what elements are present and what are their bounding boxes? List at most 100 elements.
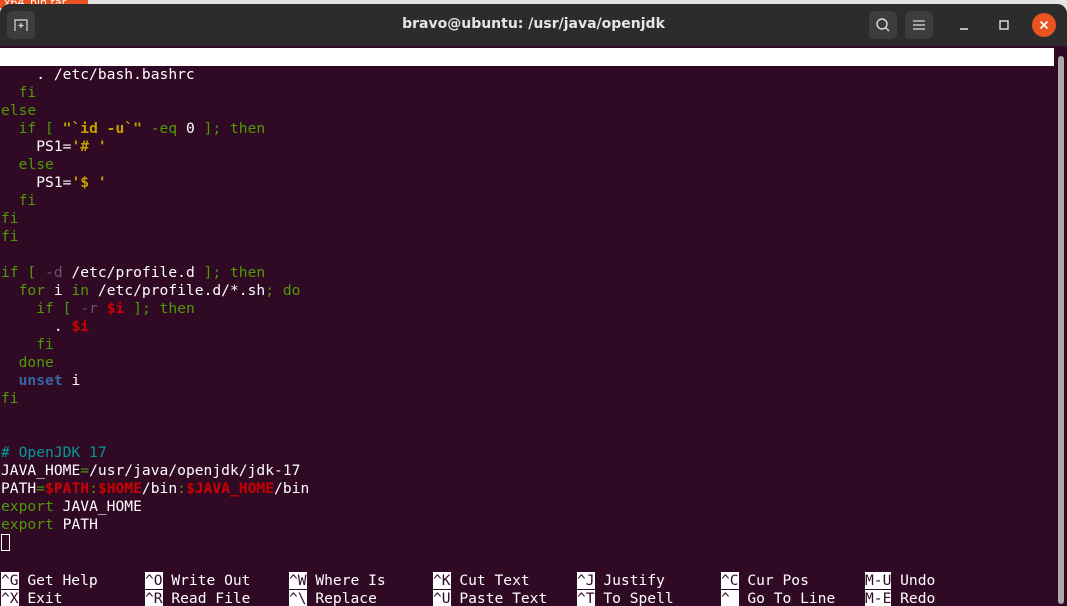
shortcut-label: Cur Pos (738, 572, 809, 589)
shortcut-item[interactable]: ^C Cur Pos (721, 572, 809, 590)
code-token: -d (45, 264, 63, 281)
code-token: '$ ' (71, 174, 107, 191)
code-line: fi (1, 336, 309, 354)
scrollbar[interactable] (1058, 56, 1064, 604)
code-token: $i (71, 318, 90, 335)
cursor-line (1, 534, 309, 552)
shortcut-key: ^W (289, 572, 307, 589)
search-button[interactable] (869, 11, 897, 39)
shortcut-key: ^X (1, 590, 19, 606)
code-token: = (80, 462, 90, 479)
code-token: ]; then (194, 120, 266, 137)
code-token: else (1, 102, 37, 119)
code-token: else (18, 156, 54, 173)
code-token: JAVA_HOME (1, 462, 81, 479)
code-line: fi (1, 390, 309, 408)
menu-button[interactable] (905, 11, 933, 39)
shortcut-item[interactable]: ^\ Replace (289, 590, 377, 606)
code-token: /etc/profile.d/*.sh (89, 282, 266, 299)
code-token: ]; then (203, 264, 266, 281)
shortcut-label: Redo (891, 590, 936, 606)
maximize-icon (999, 20, 1009, 30)
code-token: i (45, 282, 72, 299)
shortcut-label: To Spell (594, 590, 674, 606)
shortcut-item[interactable]: ^J Justify (577, 572, 665, 590)
code-token: export (1, 498, 54, 515)
nano-header-bar: GNU nano 4.8 /etc/profile Modified (0, 48, 1054, 119)
code-token: = (36, 480, 46, 497)
shortcut-key: M-U (865, 572, 892, 589)
close-button[interactable] (1032, 13, 1056, 37)
code-token: fi (1, 210, 19, 227)
code-token: JAVA_HOME (53, 498, 142, 515)
text-cursor (1, 534, 10, 551)
code-token: done (18, 354, 54, 371)
code-token: PS1= (1, 138, 72, 155)
shortcut-key: ^C (721, 572, 739, 589)
shortcut-key: ^J (577, 572, 595, 589)
code-token: if [ (1, 264, 46, 281)
code-token: export (1, 516, 54, 533)
shortcut-key: ^U (433, 590, 451, 606)
code-token: "`id -u`" (62, 120, 142, 137)
code-line: export JAVA_HOME (1, 498, 309, 516)
maximize-button[interactable] (992, 13, 1016, 37)
code-token: PS1= (1, 174, 72, 191)
code-token: ; do (265, 282, 301, 299)
shortcut-item[interactable]: ^_ Go To Line (721, 590, 835, 606)
search-icon (876, 18, 890, 32)
shortcut-label: Replace (306, 590, 377, 606)
shortcut-item[interactable]: ^G Get Help (1, 572, 98, 590)
code-line: fi (1, 210, 309, 228)
code-token: $HOME (97, 480, 142, 497)
shortcut-item[interactable]: ^X Exit (1, 590, 63, 606)
code-line: export PATH (1, 516, 309, 534)
code-token: -r (80, 300, 98, 317)
shortcut-key: ^_ (721, 590, 739, 606)
code-line: if [ "`id -u`" -eq 0 ]; then (1, 120, 309, 138)
code-token: /bin (141, 480, 178, 497)
code-line: # OpenJDK 17 (1, 444, 309, 462)
code-token: 0 (185, 120, 195, 137)
code-token: /bin (274, 480, 310, 497)
shortcut-item[interactable]: ^W Where Is (289, 572, 386, 590)
terminal-window: bravo@ubuntu: /usr/java/openjdk GNU nano… (0, 4, 1067, 606)
code-token: in (71, 282, 90, 299)
shortcut-item[interactable]: M-E Redo (865, 590, 935, 606)
code-line: PS1='# ' (1, 138, 309, 156)
shortcut-item[interactable]: ^U Paste Text (433, 590, 547, 606)
shortcut-key: ^R (145, 590, 163, 606)
code-token: $JAVA_HOME (185, 480, 275, 497)
code-line: fi (1, 84, 309, 102)
shortcut-item[interactable]: ^R Read File (145, 590, 250, 606)
code-line: PATH=$PATH:$HOME/bin:$JAVA_HOME/bin (1, 480, 309, 498)
shortcut-key: ^K (433, 572, 451, 589)
code-line: fi (1, 228, 309, 246)
minimize-button[interactable] (952, 13, 976, 37)
code-line: if [ -d /etc/profile.d ]; then (1, 264, 309, 282)
shortcut-key: ^T (577, 590, 595, 606)
titlebar: bravo@ubuntu: /usr/java/openjdk (0, 4, 1067, 46)
code-token: fi (1, 390, 19, 407)
code-token: for (18, 282, 46, 299)
shortcut-item[interactable]: M-U Undo (865, 572, 935, 590)
shortcut-item[interactable]: ^T To Spell (577, 590, 674, 606)
editor-content[interactable]: . /etc/bash.bashrc fi else if [ "`id -u`"… (1, 66, 309, 552)
terminal-area[interactable]: GNU nano 4.8 /etc/profile Modified . /et… (0, 46, 1054, 606)
code-line: . $i (1, 318, 309, 336)
code-token: i (62, 372, 81, 389)
nano-modified-status: Modified (965, 102, 1036, 119)
shortcut-item[interactable]: ^K Cut Text (433, 572, 530, 590)
hamburger-menu-icon (913, 20, 925, 30)
shortcut-item[interactable]: ^O Write Out (145, 572, 250, 590)
code-token: '# ' (71, 138, 107, 155)
